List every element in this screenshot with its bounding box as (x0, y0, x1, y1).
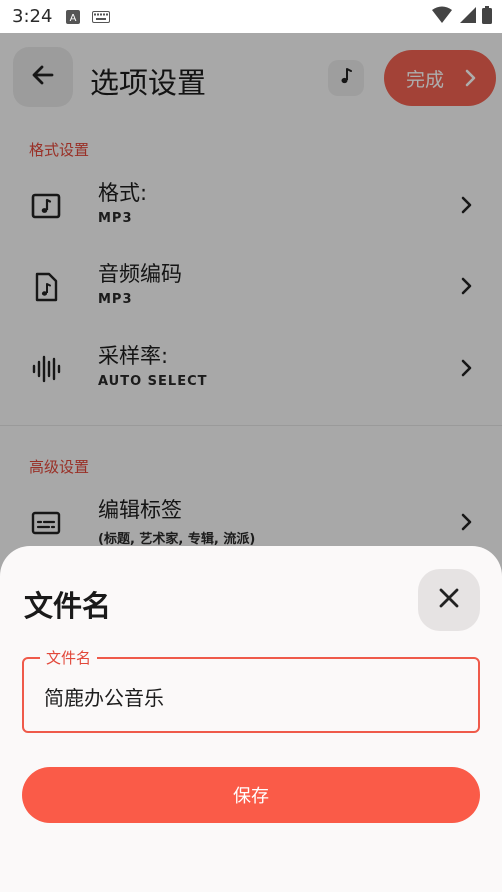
filename-bottom-sheet: 文件名 文件名 保存 (0, 546, 502, 892)
signal-icon (458, 6, 476, 28)
keyboard-icon (92, 10, 111, 23)
status-bar: 3:24 A (0, 0, 502, 33)
save-button[interactable]: 保存 (22, 767, 480, 823)
filename-field: 文件名 (22, 647, 480, 733)
filename-input[interactable] (44, 681, 454, 711)
wifi-icon (432, 6, 452, 28)
close-button[interactable] (418, 569, 480, 631)
svg-text:A: A (70, 13, 77, 24)
status-time: 3:24 (12, 6, 53, 27)
text-a-icon: A (66, 9, 81, 24)
battery-icon (482, 6, 492, 28)
close-icon (438, 587, 460, 613)
sheet-title: 文件名 (24, 589, 112, 623)
filename-field-label: 文件名 (40, 647, 98, 668)
